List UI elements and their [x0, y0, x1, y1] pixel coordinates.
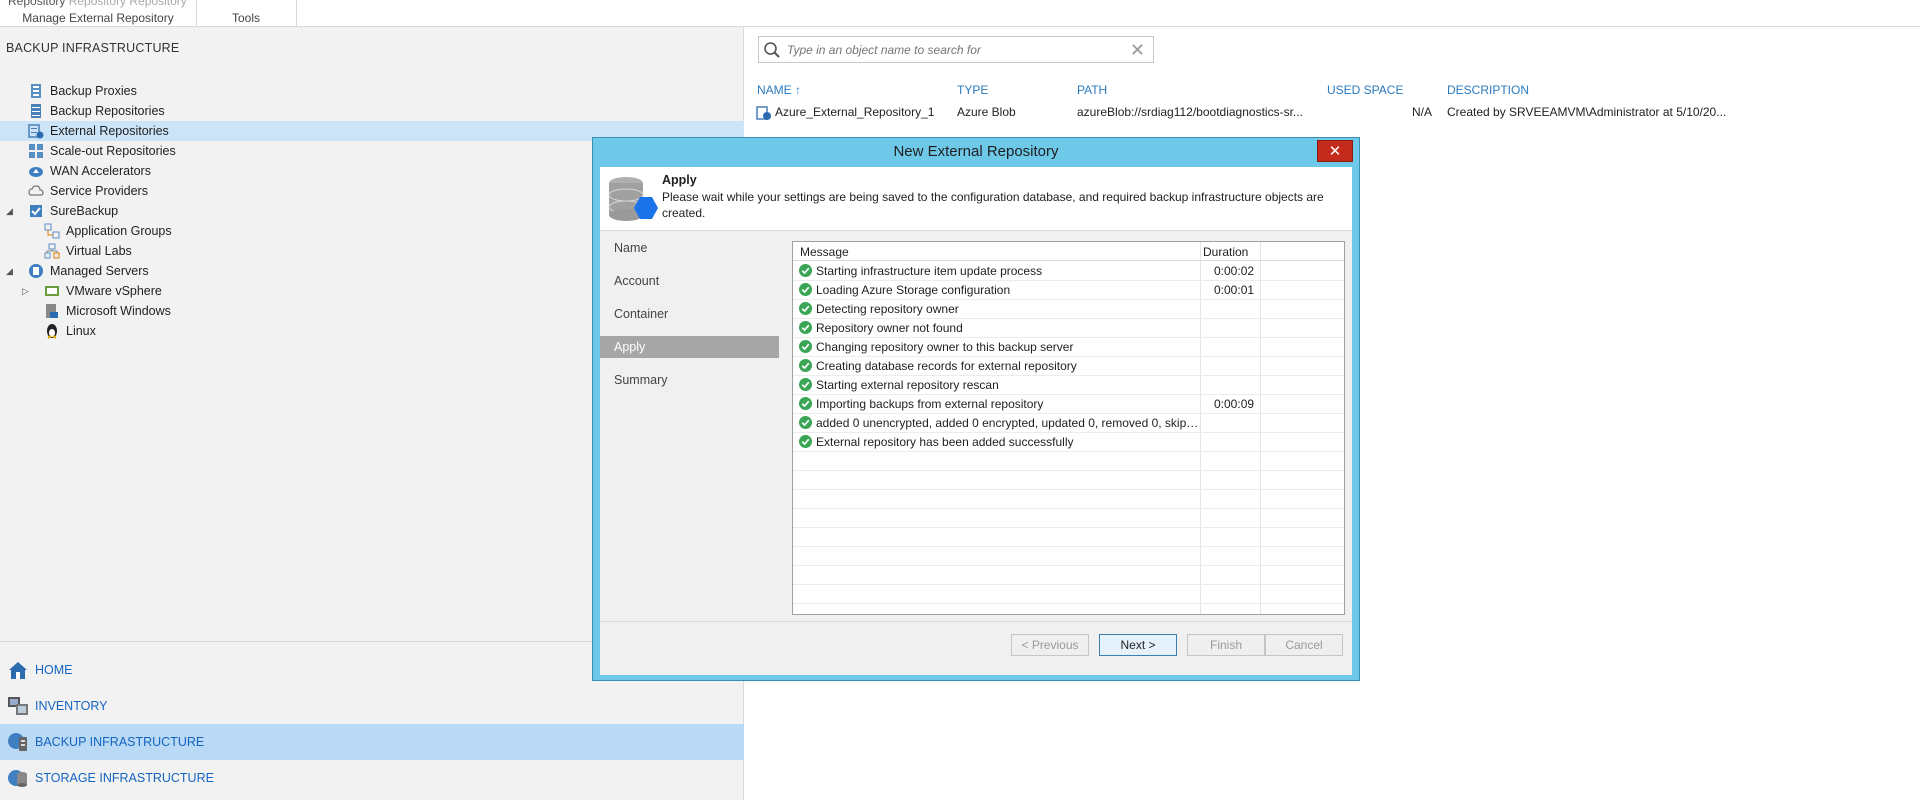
nav-inventory[interactable]: INVENTORY: [0, 688, 744, 724]
log-row: Starting external repository rescan: [793, 375, 1344, 394]
sort-ascending-icon: ↑: [795, 83, 802, 97]
vsphere-icon: [44, 283, 60, 299]
wizard-header: Apply Please wait while your settings ar…: [600, 167, 1352, 231]
column-header-name[interactable]: NAME ↑: [757, 83, 801, 97]
close-button[interactable]: ✕: [1317, 140, 1353, 162]
ribbon: Repository Repository Repository Manage …: [0, 0, 1920, 27]
search-input[interactable]: [787, 42, 1127, 57]
apply-log-table: Message Duration Starting infrastructure…: [792, 241, 1345, 615]
inventory-icon: [6, 694, 30, 718]
collapse-icon[interactable]: ◢: [6, 206, 16, 216]
step-name[interactable]: Name: [600, 237, 780, 259]
column-header-path[interactable]: PATH: [1077, 83, 1107, 97]
cloud-provider-icon: [28, 183, 44, 199]
repository-icon: [28, 103, 44, 119]
virtual-lab-icon: [44, 243, 60, 259]
log-row: Repository owner not found: [793, 318, 1344, 337]
log-row: Detecting repository owner: [793, 299, 1344, 318]
nav-storage-infrastructure[interactable]: STORAGE INFRASTRUCTURE: [0, 760, 744, 796]
home-icon: [6, 658, 30, 682]
azure-repository-icon: [756, 105, 772, 124]
tree-item-backup-proxies[interactable]: Backup Proxies: [0, 81, 744, 101]
database-hexagon-icon: [606, 175, 658, 225]
external-repository-icon: [28, 123, 44, 139]
backup-infrastructure-icon: [6, 730, 30, 754]
row-path: azureBlob://srdiag112/bootdiagnostics-sr…: [1077, 105, 1303, 119]
success-icon: [799, 264, 812, 277]
panel-title: BACKUP INFRASTRUCTURE: [6, 41, 180, 55]
nav-backup-infrastructure[interactable]: BACKUP INFRASTRUCTURE: [0, 724, 744, 760]
success-icon: [799, 302, 812, 315]
log-row: Loading Azure Storage configuration 0:00…: [793, 280, 1344, 299]
windows-icon: [44, 303, 60, 319]
tree-item-backup-repositories[interactable]: Backup Repositories: [0, 101, 744, 121]
wizard-steps: Name Account Container Apply Summary: [600, 231, 780, 621]
step-title: Apply: [662, 173, 697, 187]
success-icon: [799, 435, 812, 448]
success-icon: [799, 397, 812, 410]
row-used-space: N/A: [1412, 105, 1433, 119]
step-description: Please wait while your settings are bein…: [662, 190, 1324, 220]
new-external-repository-dialog: New External Repository ✕ Apply Please w…: [592, 137, 1360, 681]
success-icon: [799, 378, 812, 391]
managed-servers-icon: [28, 263, 44, 279]
column-header-used-space[interactable]: USED SPACE: [1327, 83, 1403, 97]
expand-icon[interactable]: ▷: [22, 286, 32, 296]
success-icon: [799, 416, 812, 429]
linux-icon: [44, 323, 60, 339]
step-container[interactable]: Container: [600, 303, 780, 325]
search-box[interactable]: ✕: [758, 36, 1154, 63]
storage-icon: [6, 766, 30, 790]
step-account[interactable]: Account: [600, 270, 780, 292]
row-description: Created by SRVEEAMVM\Administrator at 5/…: [1447, 105, 1727, 119]
row-type: Azure Blob: [957, 105, 1016, 119]
search-icon: [763, 41, 781, 59]
ribbon-group-tools: Tools: [231, 11, 260, 25]
step-summary[interactable]: Summary: [600, 369, 780, 391]
scaleout-icon: [28, 143, 44, 159]
column-header-type[interactable]: TYPE: [957, 83, 988, 97]
column-header-description[interactable]: DESCRIPTION: [1447, 83, 1529, 97]
row-name: Azure_External_Repository_1: [775, 105, 935, 119]
success-icon: [799, 321, 812, 334]
next-button[interactable]: Next >: [1099, 634, 1177, 656]
column-header-duration[interactable]: Duration: [1203, 245, 1248, 259]
previous-button[interactable]: < Previous: [1011, 634, 1089, 656]
column-header-message[interactable]: Message: [800, 245, 849, 259]
log-row: Importing backups from external reposito…: [793, 394, 1344, 413]
log-row: External repository has been added succe…: [793, 432, 1344, 451]
log-row: added 0 unencrypted, added 0 encrypted, …: [793, 413, 1344, 432]
finish-button[interactable]: Finish: [1187, 634, 1265, 656]
cancel-button[interactable]: Cancel: [1265, 634, 1343, 656]
surebackup-icon: [28, 203, 44, 219]
step-apply[interactable]: Apply: [600, 336, 779, 358]
clear-search-icon[interactable]: ✕: [1130, 41, 1145, 59]
wizard-footer: < Previous Next > Finish Cancel: [600, 621, 1352, 675]
log-row: Creating database records for external r…: [793, 356, 1344, 375]
log-header: Message Duration: [793, 242, 1344, 261]
app-group-icon: [44, 223, 60, 239]
success-icon: [799, 283, 812, 296]
backup-proxy-icon: [28, 83, 44, 99]
dialog-body: Apply Please wait while your settings ar…: [600, 167, 1352, 675]
ribbon-group-manage: Manage External Repository: [22, 11, 174, 25]
dialog-title: New External Repository: [893, 143, 1059, 160]
success-icon: [799, 359, 812, 372]
success-icon: [799, 340, 812, 353]
collapse-icon[interactable]: ◢: [6, 266, 16, 276]
log-row: Starting infrastructure item update proc…: [793, 261, 1344, 280]
log-row: Changing repository owner to this backup…: [793, 337, 1344, 356]
wan-icon: [28, 163, 44, 179]
